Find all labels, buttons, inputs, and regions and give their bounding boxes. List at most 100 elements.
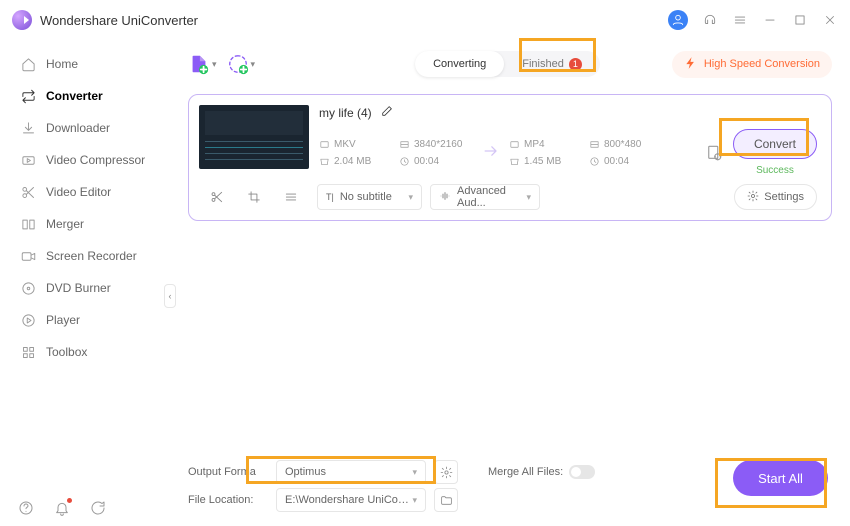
- sidebar-item-label: Player: [46, 313, 80, 327]
- src-duration: 00:04: [414, 156, 439, 167]
- converter-icon: [20, 88, 36, 104]
- compressor-icon: [20, 152, 36, 168]
- maximize-icon[interactable]: [792, 12, 808, 28]
- add-url-button[interactable]: ▾: [227, 53, 256, 75]
- subtitle-icon: T|: [326, 192, 334, 202]
- tab-label: Converting: [433, 58, 486, 70]
- support-icon[interactable]: [702, 12, 718, 28]
- feedback-icon[interactable]: [90, 500, 106, 516]
- open-folder-button[interactable]: [434, 488, 458, 512]
- chevron-down-icon: ▾: [412, 467, 417, 478]
- sidebar-item-converter[interactable]: Converter: [0, 80, 170, 112]
- sidebar-item-dvd[interactable]: DVD Burner: [0, 272, 170, 304]
- merger-icon: [20, 216, 36, 232]
- sidebar-item-label: Video Editor: [46, 185, 111, 199]
- help-icon[interactable]: [18, 500, 34, 516]
- high-speed-button[interactable]: High Speed Conversion: [672, 51, 832, 78]
- tab-label: Finished: [522, 58, 564, 70]
- toolbox-icon: [20, 344, 36, 360]
- dst-format: MP4: [524, 139, 545, 150]
- file-location-dropdown[interactable]: E:\Wondershare UniConverter ▾: [276, 488, 426, 512]
- download-icon: [20, 120, 36, 136]
- dst-size: 1.45 MB: [524, 156, 561, 167]
- menu-icon[interactable]: [732, 12, 748, 28]
- video-thumbnail[interactable]: [199, 105, 309, 169]
- output-format-value: Optimus: [285, 466, 326, 478]
- sidebar-item-merger[interactable]: Merger: [0, 208, 170, 240]
- audio-value: Advanced Aud...: [457, 185, 520, 209]
- file-name: my life (4): [319, 106, 372, 120]
- file-location-label: File Location:: [188, 494, 268, 506]
- sidebar-item-label: DVD Burner: [46, 281, 111, 295]
- add-file-icon: [188, 53, 210, 75]
- file-card: my life (4) MKV 2.04 MB 3840*2160 00:04 …: [188, 94, 832, 221]
- app-title: Wondershare UniConverter: [40, 13, 198, 28]
- settings-button[interactable]: Settings: [734, 184, 817, 210]
- audio-bars-icon: [439, 190, 451, 205]
- lightning-icon: [684, 56, 698, 73]
- convert-button[interactable]: Convert: [733, 129, 817, 159]
- output-format-dropdown[interactable]: Optimus ▾: [276, 460, 426, 484]
- tab-finished[interactable]: Finished 1: [504, 51, 600, 77]
- title-bar: Wondershare UniConverter: [0, 0, 850, 40]
- add-file-button[interactable]: ▾: [188, 53, 217, 75]
- sidebar-item-label: Toolbox: [46, 345, 87, 359]
- bottom-bar: Output Forma Optimus ▾ Merge All Files: …: [188, 448, 832, 526]
- sidebar-item-compressor[interactable]: Video Compressor: [0, 144, 170, 176]
- merge-label: Merge All Files:: [488, 466, 563, 478]
- gear-icon: [747, 190, 759, 205]
- high-speed-label: High Speed Conversion: [704, 58, 820, 70]
- src-size: 2.04 MB: [334, 156, 371, 167]
- tab-finished-badge: 1: [569, 58, 582, 71]
- spinner-add-icon: [227, 53, 249, 75]
- chevron-down-icon: ▾: [251, 59, 256, 70]
- home-icon: [20, 56, 36, 72]
- file-location-value: E:\Wondershare UniConverter: [285, 494, 412, 506]
- sidebar-item-toolbox[interactable]: Toolbox: [0, 336, 170, 368]
- sidebar-item-label: Screen Recorder: [46, 249, 137, 263]
- tab-converting[interactable]: Converting: [415, 51, 504, 77]
- subtitle-value: No subtitle: [340, 191, 392, 203]
- main-panel: ▾ ▾ Converting Finished 1 High Speed Conv…: [170, 40, 850, 526]
- trim-icon[interactable]: [210, 190, 224, 204]
- play-icon: [20, 312, 36, 328]
- start-all-button[interactable]: Start All: [733, 460, 828, 496]
- chevron-down-icon: ▾: [408, 192, 413, 203]
- output-settings-icon[interactable]: [705, 144, 723, 162]
- sidebar-item-label: Converter: [46, 89, 103, 103]
- subtitle-dropdown[interactable]: T| No subtitle ▾: [317, 184, 422, 210]
- minimize-icon[interactable]: [762, 12, 778, 28]
- status-text: Success: [756, 165, 794, 176]
- app-logo-icon: [12, 10, 32, 30]
- sidebar-item-editor[interactable]: Video Editor: [0, 176, 170, 208]
- sidebar-item-label: Downloader: [46, 121, 110, 135]
- format-settings-button[interactable]: [434, 460, 458, 484]
- crop-icon[interactable]: [247, 190, 261, 204]
- audio-dropdown[interactable]: Advanced Aud... ▾: [430, 184, 540, 210]
- dst-duration: 00:04: [604, 156, 629, 167]
- sidebar-item-recorder[interactable]: Screen Recorder: [0, 240, 170, 272]
- sidebar-item-player[interactable]: Player: [0, 304, 170, 336]
- convert-arrow-icon: [479, 141, 503, 161]
- chevron-down-icon: ▾: [526, 192, 531, 203]
- user-account-icon[interactable]: [668, 10, 688, 30]
- sidebar-item-label: Home: [46, 57, 78, 71]
- recorder-icon: [20, 248, 36, 264]
- close-icon[interactable]: [822, 12, 838, 28]
- merge-toggle[interactable]: [569, 465, 595, 479]
- chevron-down-icon: ▾: [412, 495, 417, 506]
- disc-icon: [20, 280, 36, 296]
- edit-name-icon[interactable]: [380, 105, 393, 121]
- src-resolution: 3840*2160: [414, 139, 462, 150]
- dst-resolution: 800*480: [604, 139, 641, 150]
- sidebar-item-downloader[interactable]: Downloader: [0, 112, 170, 144]
- chevron-down-icon: ▾: [212, 59, 217, 70]
- output-format-label: Output Forma: [188, 466, 268, 478]
- effects-icon[interactable]: [284, 190, 298, 204]
- sidebar: Home Converter Downloader Video Compress…: [0, 40, 170, 526]
- src-format: MKV: [334, 139, 356, 150]
- settings-label: Settings: [764, 191, 804, 203]
- sidebar-item-home[interactable]: Home: [0, 48, 170, 80]
- notifications-icon[interactable]: [54, 500, 70, 516]
- tabs-switch: Converting Finished 1: [415, 51, 600, 77]
